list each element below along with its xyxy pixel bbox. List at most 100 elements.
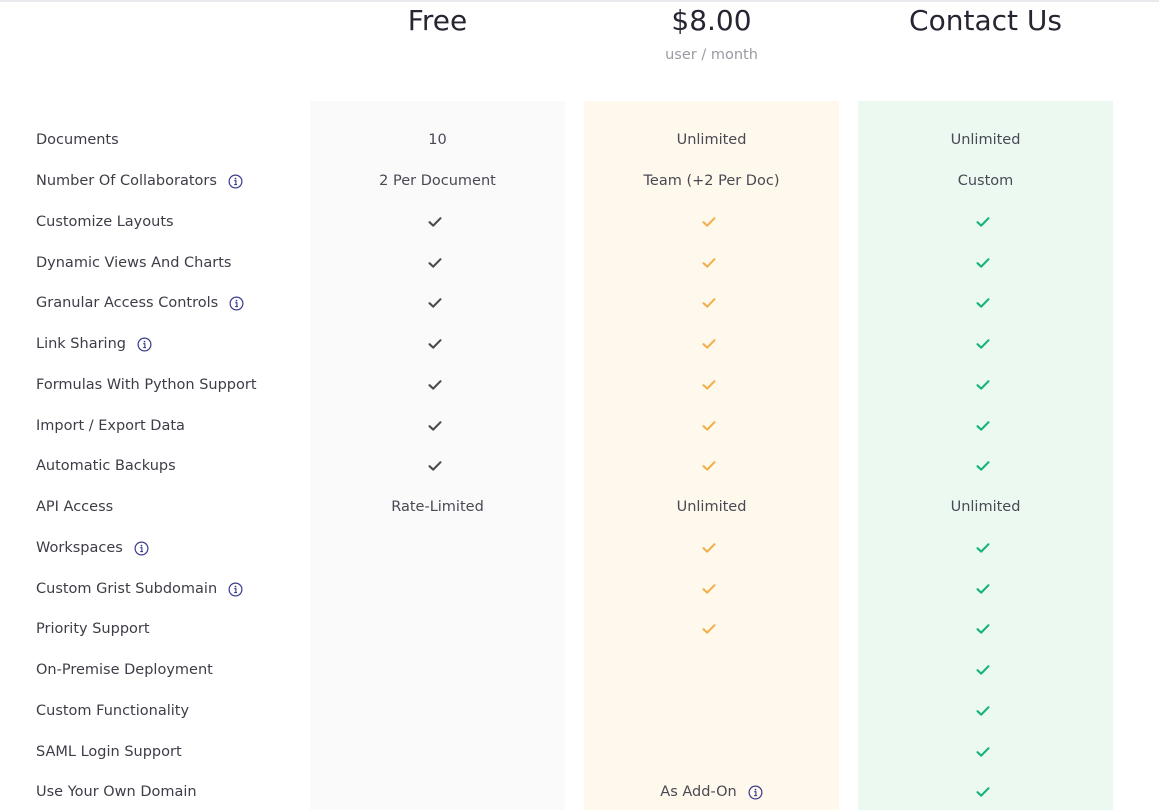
feature-row: Granular Access Controls	[0, 288, 1159, 318]
check-icon	[976, 460, 990, 472]
cell-free	[310, 329, 565, 359]
feature-label-text: Custom Functionality	[36, 703, 190, 719]
feature-label: On-Premise Deployment	[36, 655, 213, 685]
cell-enterprise	[858, 329, 1113, 359]
check-icon	[702, 297, 716, 309]
info-icon[interactable]	[126, 337, 152, 352]
info-icon[interactable]	[737, 785, 763, 800]
plan-subtitle-pro: user / month	[665, 47, 758, 63]
feature-row: SAML Login Support	[0, 737, 1159, 767]
check-icon	[976, 786, 990, 798]
feature-label: Priority Support	[36, 614, 150, 644]
cell-free	[310, 451, 565, 481]
feature-label-text: Formulas With Python Support	[36, 377, 257, 393]
cell-enterprise	[858, 737, 1113, 767]
cell-value: Unlimited	[676, 132, 747, 148]
check-icon	[976, 705, 990, 717]
cell-pro: Unlimited	[584, 125, 839, 155]
cell-value: As Add-On	[660, 784, 737, 800]
info-icon[interactable]	[217, 582, 243, 597]
check-icon	[702, 542, 716, 554]
check-icon	[976, 297, 990, 309]
feature-row: Use Your Own Domain As Add-On	[0, 777, 1159, 807]
cell-pro	[584, 329, 839, 359]
feature-row: Number Of Collaborators 2 Per Document Tea…	[0, 166, 1159, 196]
feature-row: Customize Layouts	[0, 207, 1159, 237]
check-icon	[428, 460, 442, 472]
cell-pro: Team (+2 Per Doc)	[584, 166, 839, 196]
check-icon	[702, 379, 716, 391]
cell-value: Unlimited	[676, 499, 747, 515]
feature-label-text: Customize Layouts	[36, 214, 174, 230]
info-icon[interactable]	[123, 541, 149, 556]
cell-enterprise	[858, 777, 1113, 807]
cell-value: 2 Per Document	[379, 173, 496, 189]
feature-row: On-Premise Deployment	[0, 655, 1159, 685]
info-icon[interactable]	[217, 174, 243, 189]
feature-row: Import / Export Data	[0, 411, 1159, 441]
feature-label: Custom Grist Subdomain	[36, 574, 243, 604]
feature-label: Link Sharing	[36, 329, 152, 359]
feature-row: Automatic Backups	[0, 451, 1159, 481]
cell-pro	[584, 574, 839, 604]
check-icon	[976, 216, 990, 228]
cell-enterprise	[858, 248, 1113, 278]
feature-row: Documents 10 Unlimited Unlimited	[0, 125, 1159, 155]
cell-pro	[584, 288, 839, 318]
cell-free	[310, 207, 565, 237]
feature-label: Customize Layouts	[36, 207, 174, 237]
feature-label-text: Number Of Collaborators	[36, 173, 217, 189]
feature-row: API Access Rate-Limited Unlimited Unlimited	[0, 492, 1159, 522]
check-icon	[702, 460, 716, 472]
feature-label-text: Priority Support	[36, 621, 150, 637]
plan-title-free: Free	[407, 4, 468, 37]
check-icon	[976, 420, 990, 432]
check-icon	[976, 257, 990, 269]
check-icon	[702, 216, 716, 228]
feature-row: Workspaces	[0, 533, 1159, 563]
feature-label: Use Your Own Domain	[36, 777, 197, 807]
check-icon	[428, 338, 442, 350]
cell-enterprise	[858, 370, 1113, 400]
feature-label: Dynamic Views And Charts	[36, 248, 231, 278]
feature-label: Documents	[36, 125, 119, 155]
feature-label-text: Automatic Backups	[36, 458, 176, 474]
feature-label-text: SAML Login Support	[36, 744, 182, 760]
feature-label-text: Dynamic Views And Charts	[36, 255, 232, 271]
feature-label: Number Of Collaborators	[36, 166, 243, 196]
feature-label: Import / Export Data	[36, 411, 185, 441]
cell-pro	[584, 533, 839, 563]
cell-free: 2 Per Document	[310, 166, 565, 196]
cell-value: Unlimited	[950, 499, 1021, 515]
info-icon[interactable]	[218, 296, 244, 311]
cell-enterprise	[858, 288, 1113, 318]
feature-row: Dynamic Views And Charts	[0, 248, 1159, 278]
feature-row: Custom Functionality	[0, 696, 1159, 726]
check-icon	[428, 379, 442, 391]
cell-enterprise	[858, 411, 1113, 441]
cell-enterprise	[858, 451, 1113, 481]
cell-enterprise: Unlimited	[858, 125, 1113, 155]
feature-label-text: API Access	[36, 499, 114, 515]
feature-label: SAML Login Support	[36, 737, 182, 767]
check-icon	[702, 257, 716, 269]
cell-enterprise: Unlimited	[858, 492, 1113, 522]
cell-pro	[584, 370, 839, 400]
feature-row: Priority Support	[0, 614, 1159, 644]
cell-free: Rate-Limited	[310, 492, 565, 522]
check-icon	[976, 583, 990, 595]
feature-label-text: Link Sharing	[36, 336, 126, 352]
check-icon	[976, 542, 990, 554]
feature-label-text: On-Premise Deployment	[36, 662, 213, 678]
plan-title-pro: $8.00	[671, 4, 752, 37]
cell-pro	[584, 451, 839, 481]
plan-title-enterprise: Contact Us	[909, 4, 1062, 37]
cell-value: Custom	[957, 173, 1014, 189]
check-icon	[428, 420, 442, 432]
cell-value: 10	[428, 132, 447, 148]
check-icon	[428, 297, 442, 309]
check-icon	[702, 338, 716, 350]
check-icon	[702, 583, 716, 595]
cell-free	[310, 288, 565, 318]
feature-label: API Access	[36, 492, 113, 522]
